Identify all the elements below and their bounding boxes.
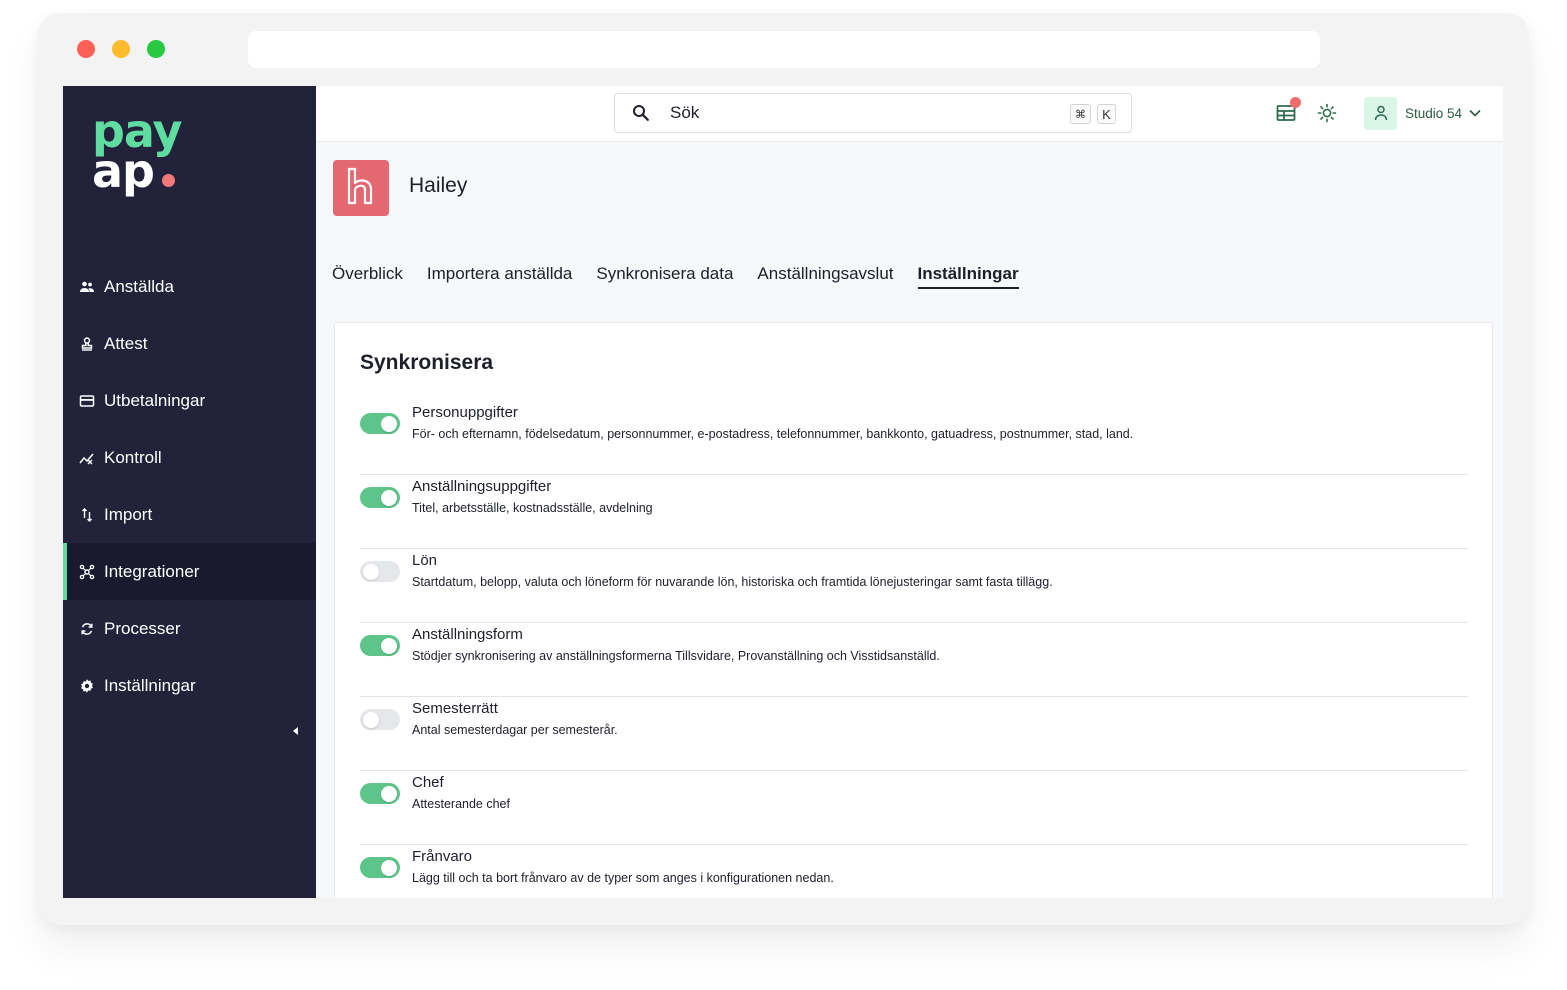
sync-option-row: Frånvaro Lägg till och ta bort frånvaro … (360, 845, 1468, 898)
window-minimize-button[interactable] (112, 40, 130, 58)
user-name: Studio 54 (1405, 105, 1463, 121)
hailey-logo-tile (333, 160, 389, 216)
sync-option-row: Chef Attesterande chef (360, 771, 1468, 845)
sync-option-description: Stödjer synkronisering av anställningsfo… (412, 649, 940, 663)
sync-option-description: Lägg till och ta bort frånvaro av de typ… (412, 871, 834, 885)
sun-icon[interactable] (1316, 102, 1338, 124)
sync-option-title: Anställningsform (412, 626, 523, 643)
window-close-button[interactable] (77, 40, 95, 58)
toggle-knob (381, 637, 397, 654)
toggle-semesterratt[interactable] (360, 709, 400, 730)
sidebar-item-import[interactable]: Import (63, 486, 316, 543)
sidebar-item-label: Anställda (104, 276, 174, 296)
sync-option-description: Startdatum, belopp, valuta och löneform … (412, 575, 1053, 589)
toggle-knob (381, 415, 397, 432)
logo-dot (162, 174, 175, 187)
integration-hub-icon (79, 564, 95, 580)
sync-option-title: Anställningsuppgifter (412, 478, 552, 495)
search-box[interactable]: ⌘ K (614, 93, 1132, 133)
window-maximize-button[interactable] (147, 40, 165, 58)
app-window: pay ap Anställda Attest Utbetalningar Ko… (63, 86, 1503, 898)
toggle-knob (363, 711, 379, 728)
tab-overblick[interactable]: Överblick (332, 264, 403, 289)
sidebar-item-processer[interactable]: Processer (63, 600, 316, 657)
sidebar-item-label: Import (104, 504, 153, 524)
chevron-down-icon (1469, 109, 1481, 117)
sync-option-row: Anställningsuppgifter Titel, arbetsställ… (360, 475, 1468, 549)
toggle-chef[interactable] (360, 783, 400, 804)
sidebar-item-installningar[interactable]: Inställningar (63, 657, 316, 714)
sync-option-title: Lön (412, 552, 438, 569)
shortcut-key: K (1097, 104, 1116, 124)
search-input[interactable] (670, 103, 1050, 123)
toggle-knob (363, 563, 379, 580)
sync-option-title: Frånvaro (412, 848, 473, 865)
sync-option-row: Personuppgifter För- och efternamn, föde… (360, 401, 1468, 475)
stamp-icon (79, 336, 95, 352)
sidebar-item-label: Attest (104, 333, 148, 353)
logo-text-bottom: ap (92, 144, 155, 198)
sync-option-list: Personuppgifter För- och efternamn, föde… (360, 401, 1468, 898)
sync-option-description: Attesterande chef (412, 797, 510, 811)
sidebar: pay ap Anställda Attest Utbetalningar Ko… (63, 86, 316, 898)
people-icon (79, 279, 95, 295)
card-icon (79, 393, 95, 409)
tab-importera-anstallda[interactable]: Importera anställda (427, 264, 573, 289)
toggle-knob (381, 859, 397, 876)
sync-option-row: Lön Startdatum, belopp, valuta och lönef… (360, 549, 1468, 623)
sync-option-title: Personuppgifter (412, 404, 518, 421)
toggle-knob (381, 785, 397, 802)
user-menu[interactable]: Studio 54 (1364, 96, 1481, 130)
sync-option-description: Titel, arbetsställe, kostnadsställe, avd… (412, 501, 653, 515)
sync-option-description: Antal semesterdagar per semesterår. (412, 723, 618, 737)
gear-icon (79, 678, 95, 694)
search-icon (632, 104, 650, 122)
sync-option-title: Semesterrätt (412, 700, 498, 717)
sidebar-nav: Anställda Attest Utbetalningar Kontroll (63, 258, 316, 714)
sidebar-item-kontroll[interactable]: Kontroll (63, 429, 316, 486)
toggle-knob (381, 489, 397, 506)
sync-option-title: Chef (412, 774, 444, 791)
shortcut-modifier-key: ⌘ (1070, 104, 1091, 124)
tab-anstallningsavslut[interactable]: Anställningsavslut (757, 264, 893, 289)
toggle-anstallningsform[interactable] (360, 635, 400, 656)
refresh-icon (79, 621, 95, 637)
top-bar: ⌘ K Studio 54 (316, 86, 1503, 142)
sidebar-item-label: Integrationer (104, 561, 200, 581)
sync-settings-card: Synkronisera Personuppgifter För- och ef… (334, 322, 1493, 898)
toggle-franvaro[interactable] (360, 857, 400, 878)
payap-logo[interactable]: pay ap (92, 108, 202, 200)
toggle-personuppgifter[interactable] (360, 413, 400, 434)
toggle-lon[interactable] (360, 561, 400, 582)
user-icon (1364, 96, 1397, 130)
tab-bar: Överblick Importera anställda Synkronise… (332, 264, 1043, 289)
sidebar-item-utbetalningar[interactable]: Utbetalningar (63, 372, 316, 429)
sync-option-description: För- och efternamn, födelsedatum, person… (412, 427, 1134, 441)
notification-badge (1290, 97, 1301, 108)
sidebar-item-label: Inställningar (104, 675, 196, 695)
sidebar-item-label: Utbetalningar (104, 390, 206, 410)
sidebar-item-label: Kontroll (104, 447, 162, 467)
import-arrows-icon (79, 507, 95, 523)
tab-synkronisera-data[interactable]: Synkronisera data (596, 264, 733, 289)
sync-option-row: Semesterrätt Antal semesterdagar per sem… (360, 697, 1468, 771)
sidebar-collapse-button[interactable] (289, 724, 303, 738)
card-title: Synkronisera (360, 351, 494, 374)
tab-installningar[interactable]: Inställningar (917, 264, 1019, 289)
caret-left-icon (293, 722, 299, 740)
sidebar-item-label: Processer (104, 618, 181, 638)
hailey-logo-icon (346, 167, 376, 210)
sync-option-row: Anställningsform Stödjer synkronisering … (360, 623, 1468, 697)
sidebar-item-anstallda[interactable]: Anställda (63, 258, 316, 315)
sidebar-item-attest[interactable]: Attest (63, 315, 316, 372)
address-bar[interactable] (248, 31, 1320, 68)
toggle-anstallningsuppgifter[interactable] (360, 487, 400, 508)
chart-check-icon (79, 450, 95, 466)
sidebar-item-integrationer[interactable]: Integrationer (63, 543, 316, 600)
integration-name: Hailey (409, 174, 468, 197)
